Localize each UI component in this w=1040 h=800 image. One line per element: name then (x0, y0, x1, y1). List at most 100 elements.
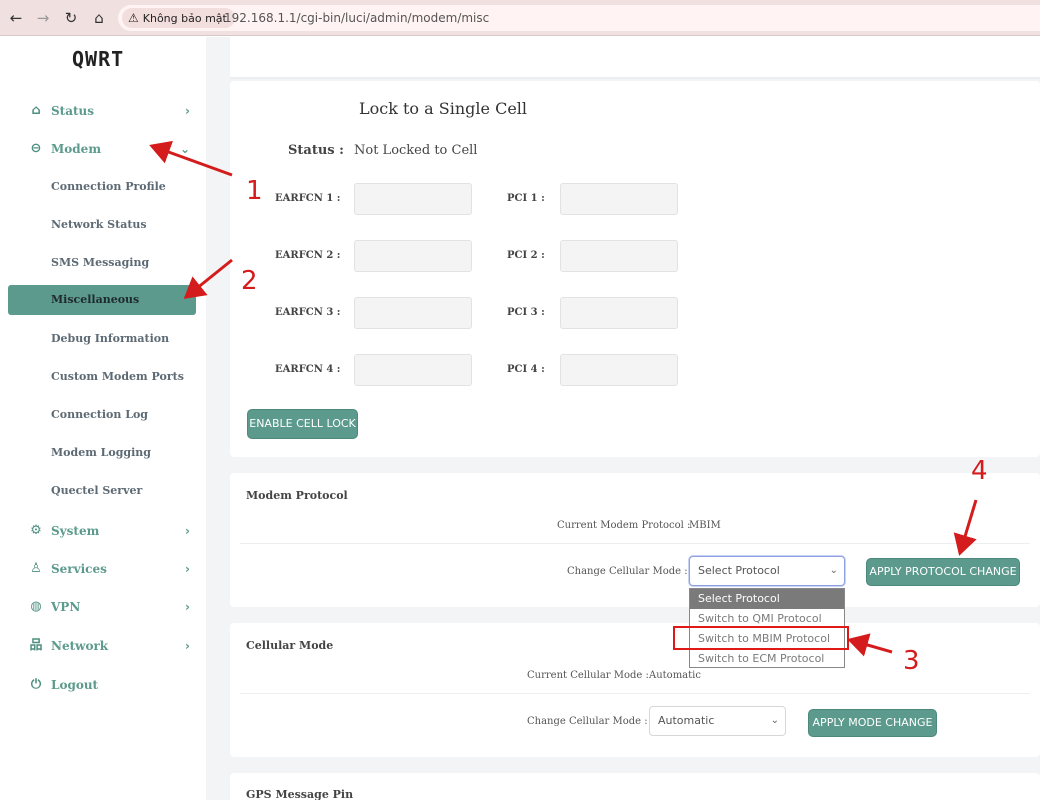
current-cellular-mode-value: Automatic (649, 670, 701, 681)
sidebar-subitem-label: Quectel Server (51, 484, 143, 497)
pci-2-label: PCI 2 : (507, 250, 545, 261)
current-cellular-mode-label: Current Cellular Mode : (527, 670, 649, 681)
annotation-number-2: 2 (241, 266, 258, 296)
sidebar-item-label: Logout (51, 678, 99, 692)
sidebar-item-logout[interactable]: ⏻ Logout (8, 670, 196, 700)
gps-title: GPS Message Pin (246, 788, 354, 800)
home-icon[interactable]: ⌂ (89, 8, 109, 28)
pci-3-label: PCI 3 : (507, 307, 545, 318)
reload-icon[interactable]: ↻ (61, 8, 81, 28)
protocol-select[interactable]: Select Protocol ⌄ (689, 556, 845, 586)
earfcn-1-label: EARFCN 1 : (275, 193, 341, 204)
annotation-number-4: 4 (971, 456, 988, 486)
main-content: Lock to a Single Cell Status : Not Locke… (206, 37, 1040, 800)
protocol-option[interactable]: Switch to ECM Protocol (690, 649, 844, 669)
sidebar-item-modem[interactable]: ⊖ Modem ⌄ (8, 134, 196, 164)
sidebar-item-system[interactable]: ⚙ System › (8, 516, 196, 546)
sidebar-subitem-custom-modem-ports[interactable]: Custom Modem Ports (8, 362, 196, 392)
url-text[interactable]: 192.168.1.1/cgi-bin/luci/admin/modem/mis… (224, 5, 489, 31)
cellular-mode-select[interactable]: Automatic ⌄ (649, 706, 786, 736)
change-cellular-mode-label: Change Cellular Mode : (527, 716, 648, 727)
sidebar-subitem-label: SMS Messaging (51, 256, 150, 269)
gear-icon: ⚙ (30, 523, 42, 538)
security-indicator[interactable]: ⚠ Không bảo mật (122, 8, 235, 28)
sidebar-item-services[interactable]: ♙ Services › (8, 554, 196, 584)
chevron-right-icon: › (185, 104, 190, 118)
divider (240, 543, 1030, 544)
sidebar-subitem-label: Miscellaneous (51, 293, 140, 306)
sidebar-subitem-network-status[interactable]: Network Status (8, 210, 196, 240)
power-icon: ⏻ (30, 677, 42, 692)
globe-icon: ◍ (30, 599, 42, 614)
hdd-icon: ⊖ (30, 141, 42, 156)
sidebar-item-label: Services (51, 562, 107, 576)
chevron-right-icon: › (185, 600, 190, 614)
earfcn-2-input[interactable] (354, 240, 472, 272)
status-value: Not Locked to Cell (354, 143, 478, 158)
earfcn-3-input[interactable] (354, 297, 472, 329)
cell-lock-title: Lock to a Single Cell (359, 99, 528, 118)
status-label: Status : (288, 143, 344, 158)
cell-lock-card: Lock to a Single Cell Status : Not Locke… (230, 81, 1040, 457)
pci-1-label: PCI 1 : (507, 193, 545, 204)
pci-3-input[interactable] (560, 297, 678, 329)
current-protocol-value: MBIM (689, 520, 721, 531)
cellular-mode-select-value: Automatic (658, 714, 715, 727)
earfcn-2-label: EARFCN 2 : (275, 250, 341, 261)
sidebar-item-status[interactable]: ⌂ Status › (8, 96, 196, 126)
sidebar-item-label: Status (51, 104, 95, 118)
user-gear-icon: ♙ (30, 561, 42, 576)
brand-logo: QWRT (72, 47, 125, 71)
security-label: Không bảo mật (142, 12, 227, 25)
apply-mode-change-button[interactable]: APPLY MODE CHANGE (808, 709, 937, 737)
warning-icon: ⚠ (128, 11, 139, 25)
modem-protocol-title: Modem Protocol (246, 489, 348, 502)
pci-4-input[interactable] (560, 354, 678, 386)
earfcn-1-input[interactable] (354, 183, 472, 215)
sidebar-subitem-label: Network Status (51, 218, 147, 231)
sidebar-item-label: System (51, 524, 100, 538)
cellular-mode-card: Cellular Mode Current Cellular Mode : Au… (230, 623, 1040, 757)
earfcn-4-label: EARFCN 4 : (275, 364, 341, 375)
sidebar-item-vpn[interactable]: ◍ VPN › (8, 592, 196, 622)
sidebar-subitem-debug-information[interactable]: Debug Information (8, 324, 196, 354)
address-bar[interactable]: ⚠ Không bảo mật 192.168.1.1/cgi-bin/luci/… (118, 5, 1040, 31)
gps-card: GPS Message Pin (230, 773, 1040, 800)
sidebar-subitem-connection-log[interactable]: Connection Log (8, 400, 196, 430)
sitemap-icon: 品 (29, 638, 43, 653)
pci-2-input[interactable] (560, 240, 678, 272)
modem-protocol-card: Modem Protocol Current Modem Protocol : … (230, 473, 1040, 607)
current-protocol-label: Current Modem Protocol : (557, 520, 691, 531)
sidebar-subitem-label: Connection Log (51, 408, 148, 421)
enable-cell-lock-button[interactable]: ENABLE CELL LOCK (247, 409, 358, 439)
chevron-down-icon: ⌄ (770, 715, 779, 726)
sidebar-subitem-sms-messaging[interactable]: SMS Messaging (8, 248, 196, 278)
annotation-highlight-box (673, 626, 849, 650)
sidebar-subitem-miscellaneous[interactable]: Miscellaneous (8, 285, 196, 315)
sidebar-subitem-label: Debug Information (51, 332, 170, 345)
annotation-number-1: 1 (246, 176, 263, 206)
top-strip (230, 37, 1040, 79)
apply-protocol-change-button[interactable]: APPLY PROTOCOL CHANGE (866, 558, 1020, 586)
sidebar-item-label: VPN (51, 600, 81, 614)
earfcn-4-input[interactable] (354, 354, 472, 386)
forward-icon[interactable]: → (33, 8, 53, 28)
change-protocol-label: Change Cellular Mode : (567, 566, 688, 577)
sidebar-item-label: Network (51, 639, 109, 653)
protocol-option[interactable]: Select Protocol (690, 589, 844, 609)
home-icon: ⌂ (31, 103, 41, 118)
protocol-select-value: Select Protocol (698, 564, 780, 577)
pci-1-input[interactable] (560, 183, 678, 215)
sidebar: QWRT ⌂ Status › ⊖ Modem ⌄ Connection Pro… (0, 37, 206, 800)
sidebar-subitem-modem-logging[interactable]: Modem Logging (8, 438, 196, 468)
chevron-right-icon: › (185, 524, 190, 538)
chevron-right-icon: › (185, 639, 190, 653)
sidebar-subitem-label: Connection Profile (51, 180, 166, 193)
pci-4-label: PCI 4 : (507, 364, 545, 375)
browser-toolbar: ← → ↻ ⌂ ⚠ Không bảo mật 192.168.1.1/cgi-b… (0, 0, 1040, 36)
back-icon[interactable]: ← (6, 8, 26, 28)
sidebar-subitem-quectel-server[interactable]: Quectel Server (8, 476, 196, 506)
chevron-right-icon: › (185, 562, 190, 576)
sidebar-item-network[interactable]: 品 Network › (8, 631, 196, 661)
sidebar-subitem-connection-profile[interactable]: Connection Profile (8, 172, 196, 202)
